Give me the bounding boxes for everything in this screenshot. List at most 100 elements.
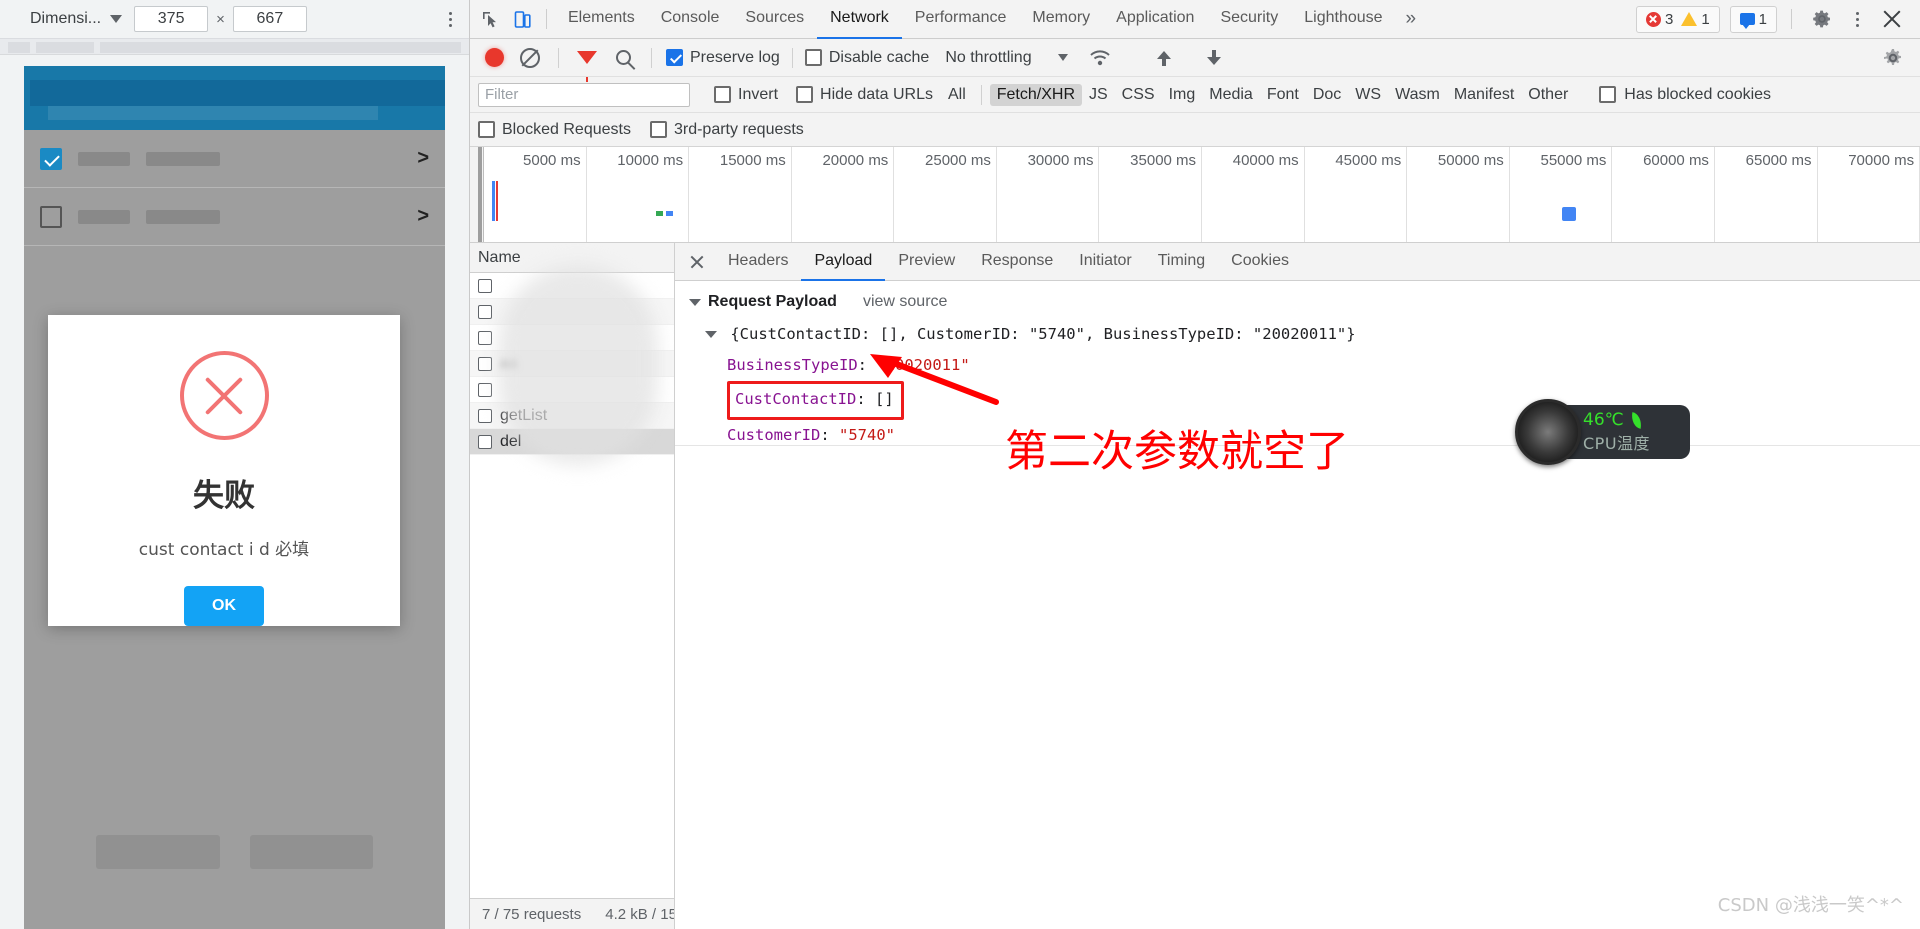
table-row[interactable] <box>470 325 674 351</box>
request-payload-section-header[interactable]: Request Payload view source <box>689 293 1920 311</box>
resource-filter-media[interactable]: Media <box>1202 84 1260 106</box>
table-row[interactable]: aa <box>470 351 674 377</box>
network-conditions-icon[interactable] <box>1084 42 1116 74</box>
request-name: del <box>500 432 522 450</box>
kebab-menu-icon[interactable] <box>437 6 463 32</box>
redacted-button[interactable] <box>96 835 220 869</box>
row-checkbox[interactable] <box>478 382 492 397</box>
resource-filter-ws[interactable]: WS <box>1348 84 1388 106</box>
network-settings-gear-icon[interactable] <box>1880 42 1912 74</box>
row-checkbox[interactable] <box>478 408 492 423</box>
filter-funnel-icon[interactable] <box>571 42 603 74</box>
detail-tab-timing[interactable]: Timing <box>1145 243 1218 281</box>
resource-filter-wasm[interactable]: Wasm <box>1388 84 1447 106</box>
device-height-input[interactable] <box>232 6 307 32</box>
row-checkbox[interactable] <box>478 278 492 293</box>
third-party-checkbox[interactable] <box>649 121 667 138</box>
detail-tab-cookies[interactable]: Cookies <box>1218 243 1302 281</box>
close-icon[interactable] <box>689 254 705 270</box>
device-viewport[interactable]: > > 失败 cust contact i d 必填 OK <box>24 66 445 929</box>
hide-data-urls-checkbox[interactable] <box>796 86 814 103</box>
kebab-menu-icon[interactable] <box>1844 6 1870 32</box>
tab-security[interactable]: Security <box>1207 0 1291 39</box>
disable-cache-checkbox[interactable] <box>804 49 822 66</box>
row-checkbox[interactable] <box>478 434 492 449</box>
tab-sources[interactable]: Sources <box>732 0 817 39</box>
table-row[interactable] <box>470 273 674 299</box>
has-blocked-cookies-label: Has blocked cookies <box>1624 85 1772 103</box>
tab-elements[interactable]: Elements <box>555 0 648 39</box>
resource-filter-img[interactable]: Img <box>1162 84 1203 106</box>
detail-tab-headers[interactable]: Headers <box>715 243 801 281</box>
view-source-link[interactable]: view source <box>863 293 947 311</box>
invert-checkbox[interactable] <box>714 86 731 103</box>
export-har-icon[interactable] <box>1198 42 1230 74</box>
tab-console[interactable]: Console <box>648 0 733 39</box>
table-row[interactable] <box>470 299 674 325</box>
search-icon[interactable] <box>607 42 639 74</box>
resource-filter-manifest[interactable]: Manifest <box>1447 84 1521 106</box>
table-row[interactable]: getList <box>470 403 674 429</box>
message-badge[interactable]: 1 <box>1739 11 1767 29</box>
tab-network[interactable]: Network <box>817 0 902 39</box>
resource-filter-font[interactable]: Font <box>1260 84 1306 106</box>
tab-lighthouse[interactable]: Lighthouse <box>1291 0 1395 39</box>
invert-toggle[interactable]: Invert <box>714 86 778 104</box>
filter-input[interactable] <box>478 82 690 107</box>
row-checkbox[interactable] <box>478 304 492 319</box>
resource-filter-js[interactable]: JS <box>1082 84 1115 106</box>
hide-data-urls-toggle[interactable]: Hide data URLs <box>796 86 933 104</box>
tab-application[interactable]: Application <box>1103 0 1207 39</box>
device-width-input[interactable] <box>134 6 209 32</box>
detail-tab-response[interactable]: Response <box>968 243 1066 281</box>
detail-tab-list: Headers Payload Preview Response Initiator Ti… <box>715 243 1302 281</box>
third-party-requests-toggle[interactable]: 3rd-party requests <box>649 121 804 139</box>
gear-icon[interactable] <box>1806 3 1838 35</box>
device-toolbar-icon[interactable] <box>506 3 538 35</box>
network-overview-timeline[interactable]: 5000 ms 10000 ms 15000 ms 20000 ms 25000 ms 3… <box>470 147 1920 243</box>
row-checkbox[interactable] <box>478 330 492 345</box>
row-checkbox[interactable] <box>40 147 62 170</box>
import-har-icon[interactable] <box>1148 42 1180 74</box>
detail-tab-payload[interactable]: Payload <box>801 243 886 281</box>
has-blocked-cookies-toggle[interactable]: Has blocked cookies <box>1599 86 1771 104</box>
resource-filter-all[interactable]: All <box>941 84 973 106</box>
resource-filter-css[interactable]: CSS <box>1115 84 1162 106</box>
list-item[interactable]: > <box>24 130 445 188</box>
preserve-log-checkbox[interactable] <box>666 49 683 66</box>
warning-badge[interactable]: 1 <box>1681 11 1710 28</box>
has-blocked-cookies-checkbox[interactable] <box>1599 86 1617 103</box>
tab-overflow-button[interactable]: » <box>1396 8 1427 30</box>
resource-filter-doc[interactable]: Doc <box>1306 84 1348 106</box>
redacted-button[interactable] <box>249 835 373 869</box>
row-checkbox[interactable] <box>478 356 492 371</box>
error-badge[interactable]: 3 <box>1645 11 1673 28</box>
list-item[interactable]: > <box>24 188 445 246</box>
blocked-requests-checkbox[interactable] <box>478 121 495 138</box>
table-row[interactable]: del <box>470 429 674 455</box>
record-stop-icon[interactable] <box>478 42 510 74</box>
device-select[interactable]: Dimensi... <box>6 10 128 28</box>
tab-performance[interactable]: Performance <box>902 0 1020 39</box>
resource-filter-fetch-xhr[interactable]: Fetch/XHR <box>989 83 1082 106</box>
inspect-element-icon[interactable] <box>474 3 506 35</box>
issues-badge-group[interactable]: 3 1 <box>1635 5 1720 33</box>
messages-badge-group[interactable]: 1 <box>1729 5 1777 33</box>
blocked-requests-toggle[interactable]: Blocked Requests <box>478 121 631 139</box>
request-list-header[interactable]: Name <box>470 243 674 273</box>
table-row[interactable] <box>470 377 674 403</box>
detail-tab-preview[interactable]: Preview <box>885 243 968 281</box>
disable-cache-toggle[interactable]: Disable cache <box>804 49 929 67</box>
row-checkbox[interactable] <box>40 205 62 228</box>
dialog-ok-button[interactable]: OK <box>184 586 264 626</box>
tab-memory[interactable]: Memory <box>1019 0 1103 39</box>
throttling-select[interactable]: No throttling <box>945 49 1068 67</box>
chevron-down-icon[interactable] <box>689 298 701 306</box>
preserve-log-toggle[interactable]: Preserve log <box>666 49 780 67</box>
close-icon[interactable] <box>1876 3 1908 35</box>
chevron-down-icon[interactable] <box>705 331 717 338</box>
resource-filter-other[interactable]: Other <box>1521 84 1575 106</box>
overview-left-handle[interactable] <box>470 147 484 242</box>
clear-icon[interactable] <box>514 42 546 74</box>
detail-tab-initiator[interactable]: Initiator <box>1066 243 1144 281</box>
